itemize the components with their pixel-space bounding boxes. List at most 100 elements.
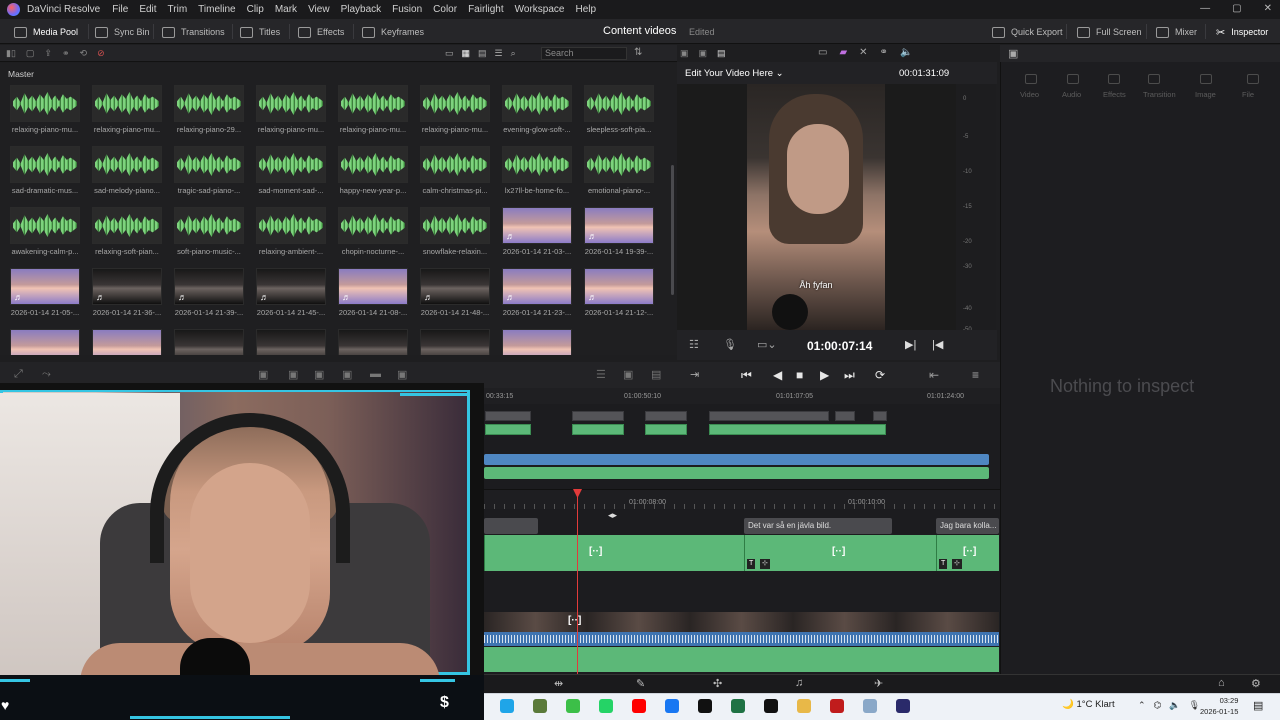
zoom-icon[interactable]: ▭⌄ [757,338,777,351]
quick-export-button[interactable]: Quick Export [992,25,1063,39]
edit-page-icon[interactable]: ✎ [636,677,645,690]
filmstrip-view-icon[interactable]: ▤ [478,48,487,59]
video-clip[interactable] [484,535,744,571]
match-frame-icon[interactable]: ⇤ [929,368,939,382]
dual-viewer-icon[interactable]: ▣ [699,48,708,59]
menu-item-color[interactable]: Color [433,4,457,15]
media-clip[interactable]: ♬ 2026-01-14 21-23-... [502,268,572,317]
resize-arrows-icon[interactable]: ◂▸ [608,510,617,521]
overview-clip[interactable] [835,411,855,421]
skip-start-icon[interactable]: ⏮ [741,368,752,383]
network-icon[interactable]: ⌬ [1154,700,1162,711]
overview-clip[interactable] [485,424,531,435]
overview-clip[interactable] [709,411,829,421]
title-safe-icon[interactable]: ▣ [623,368,633,381]
media-clip[interactable]: ♬ 2026-01-14 21-05-... [10,268,80,317]
media-clip[interactable]: sleepless-soft-pia... [584,85,654,134]
cut-page-icon[interactable]: ⇹ [554,677,563,690]
media-clip[interactable]: ♬ 2026-01-14 21-36-... [92,268,162,317]
minimize-icon[interactable]: — [1200,3,1210,14]
media-clip[interactable]: calm-christmas-pi... [420,146,490,195]
media-clip[interactable]: relaxing-piano-29... [174,85,244,134]
maximize-icon[interactable]: ▢ [1232,3,1241,14]
media-clip[interactable]: chopin-nocturne-... [338,207,408,256]
overview-ruler[interactable]: 00:33:15 01:00:50:10 01:01:07:05 01:01:2… [484,388,1000,404]
replace-icon[interactable]: ▣ [314,368,324,381]
settings-icon[interactable]: ⚙ [1251,677,1261,690]
media-clip[interactable]: sad-melody-piano... [92,146,162,195]
media-clip[interactable] [92,329,162,355]
overview-clip[interactable] [709,424,886,435]
media-clip[interactable]: ♬ 2026-01-14 21-12-... [584,268,654,317]
search-input[interactable]: Search [541,47,627,60]
mic-icon[interactable]: 🎙 [1189,700,1200,711]
subtitle-clip[interactable]: Det var så en jävla bild. [744,518,892,534]
prev-frame-icon[interactable]: |◀ [932,338,943,351]
playhead[interactable] [577,490,578,674]
deliver-page-icon[interactable]: ✈ [874,677,883,690]
inspector-tab-image[interactable]: Image [1195,90,1216,99]
notification-icon[interactable]: ▤ [1253,699,1263,712]
panel-toggle-icon[interactable]: ▮▯ [6,48,16,59]
media-clip[interactable]: ♬ 2026-01-14 21-39-... [174,268,244,317]
sync-bin-button[interactable]: Sync Bin [95,25,150,39]
media-clip[interactable] [256,329,326,355]
media-clip[interactable]: ♬ 2026-01-14 21-48-... [420,268,490,317]
fusion-page-icon[interactable]: ✣ [713,677,722,690]
viewer-timeline-name[interactable]: Edit Your Video Here ⌄ [685,68,784,79]
trim-icon[interactable]: ⤢ [14,368,23,381]
media-clip[interactable]: ♬ 2026-01-14 21-08-... [338,268,408,317]
loop-mode-icon[interactable]: ⇥ [690,368,699,381]
inspector-tab-effects[interactable]: Effects [1103,90,1126,99]
home-icon[interactable]: ⌂ [1218,677,1225,689]
menu-item-timeline[interactable]: Timeline [198,4,235,15]
razor-icon[interactable]: ⤳ [42,368,51,381]
import-icon[interactable]: ⇪ [44,48,52,59]
overview-clip[interactable] [572,424,624,435]
play-icon[interactable]: ▶ [820,368,829,382]
video-track-2[interactable] [484,612,999,632]
volume-icon[interactable]: 🔈 [900,47,912,58]
audio-icon[interactable]: 🎙 [723,338,737,351]
loop-icon[interactable]: ⟳ [875,368,885,382]
media-clip[interactable]: relaxing-piano-mu... [420,85,490,134]
insert-icon[interactable]: ▣ [258,368,268,381]
overview-clip[interactable] [645,424,687,435]
ripple-icon[interactable]: ☰ [596,368,606,381]
overview-clip[interactable] [645,411,687,421]
media-clip[interactable] [420,329,490,355]
overview-clip[interactable] [572,411,624,421]
menu-item-playback[interactable]: Playback [341,4,382,15]
photos-icon[interactable] [863,699,877,713]
viewer-settings-icon[interactable]: ☷ [689,338,699,351]
media-clip[interactable]: snowflake-relaxin... [420,207,490,256]
media-clip[interactable]: ♬ 2026-01-14 19-39-... [584,207,654,256]
x-icon[interactable] [764,699,778,713]
menu-item-file[interactable]: File [112,4,128,15]
link-icon[interactable]: ⚭ [62,48,70,59]
no-icon[interactable]: ⊘ [97,48,105,59]
sync-icon[interactable]: ⟲ [80,48,88,59]
media-clip[interactable]: soft-piano-music-... [174,207,244,256]
weather-widget[interactable]: 🌙 1°C Klart [1062,699,1115,710]
media-clip[interactable]: relaxing-piano-mu... [92,85,162,134]
keyframes-button[interactable]: Keyframes [362,25,424,39]
app-icon[interactable] [533,699,547,713]
safe-area-icon[interactable]: ▭ [818,47,827,58]
stop-icon[interactable]: ■ [796,368,803,382]
media-clip[interactable] [502,329,572,355]
fit-to-fill-icon[interactable]: ▣ [342,368,352,381]
viewer-layout-icon[interactable]: ▣ [680,48,689,59]
color-icon[interactable]: ▰ [839,47,847,58]
facebook-icon[interactable] [665,699,679,713]
inspector-tab-file[interactable]: File [1242,90,1254,99]
menu-item-clip[interactable]: Clip [247,4,264,15]
media-pool-scrollbar[interactable] [671,165,674,295]
overview-clip[interactable] [485,411,531,421]
transform-icon[interactable]: ✕ [859,47,867,58]
sort-icon[interactable]: ⇅ [634,47,642,58]
game-icon[interactable] [566,699,580,713]
media-clip[interactable]: tragic-sad-piano-... [174,146,244,195]
whatsapp-icon[interactable] [599,699,613,713]
titles-button[interactable]: Titles [240,25,280,39]
